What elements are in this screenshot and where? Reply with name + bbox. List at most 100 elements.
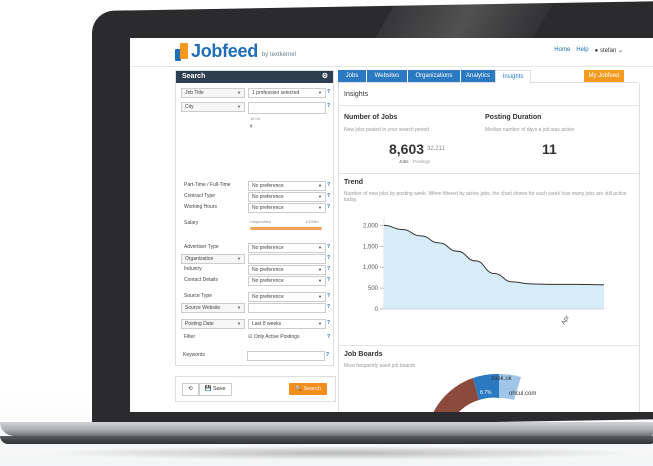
city-input[interactable] bbox=[248, 102, 326, 114]
posting-date-dropdown[interactable]: Posting Date ▼ bbox=[181, 319, 245, 329]
trend-title: Trend bbox=[344, 179, 364, 186]
help-icon[interactable]: ? bbox=[327, 320, 330, 326]
logo-icon bbox=[175, 43, 189, 61]
keywords-input[interactable] bbox=[247, 351, 325, 361]
number-of-jobs-subtitle: New jobs posted in your search period bbox=[344, 127, 430, 133]
source-website-input[interactable] bbox=[248, 303, 326, 313]
help-icon[interactable]: ? bbox=[327, 277, 330, 283]
tab-analytics[interactable]: Analytics bbox=[461, 70, 495, 82]
help-icon[interactable]: ? bbox=[326, 352, 329, 358]
search-panel-title: Search bbox=[182, 73, 206, 80]
trend-area bbox=[384, 225, 604, 309]
logo[interactable]: Jobfeed by textkernel bbox=[175, 41, 296, 61]
field-contract-type: Contract Type No preference ▼ ? bbox=[184, 192, 331, 202]
organization-input[interactable] bbox=[248, 254, 326, 264]
tabs-bar: Jobs Websites Organizations Analytics In… bbox=[338, 70, 638, 84]
postings-count: 32,211 bbox=[427, 146, 445, 152]
field-filter: Filter ☑ Only Active Postings ? bbox=[184, 334, 331, 340]
save-button[interactable]: 💾 Save bbox=[198, 383, 232, 396]
field-industry: Industry No preference ▼ ? bbox=[184, 265, 331, 275]
help-icon[interactable]: ? bbox=[327, 89, 330, 95]
user-menu[interactable]: ● stefan ⌄ bbox=[595, 47, 623, 54]
field-source-website: Source Website ▼ ? bbox=[176, 303, 333, 313]
salary-min-label: Unspecified bbox=[250, 219, 271, 224]
footer-buttons: ⟲ 💾 Save bbox=[182, 383, 232, 396]
organization-dropdown[interactable]: Organization ▼ bbox=[181, 254, 245, 264]
city-dropdown[interactable]: City ▼ bbox=[181, 102, 245, 112]
help-icon[interactable]: ? bbox=[327, 182, 330, 188]
salary-max-label: £100k+ bbox=[306, 219, 320, 224]
radius-slider-icon[interactable]: ▮ bbox=[250, 123, 252, 128]
donut-slice-other bbox=[433, 378, 479, 412]
gear-icon[interactable]: ⚙ bbox=[322, 71, 328, 83]
search-panel: Search ⚙ Job Title ▼ 1 profession selecte… bbox=[175, 70, 334, 366]
field-organization: Organization ▼ ? bbox=[176, 254, 333, 264]
part-time-select[interactable]: No preference ▼ bbox=[248, 181, 326, 191]
y-tick-label: 2,000 bbox=[363, 223, 379, 229]
field-posting-date: Posting Date ▼ Last 8 weeks ▼ ? bbox=[176, 319, 333, 329]
tab-my-jobfeed[interactable]: My Jobfeed bbox=[584, 70, 624, 82]
field-advertiser-type: Advertiser Type No preference ▼ ? bbox=[184, 243, 331, 253]
job-title-select[interactable]: 1 profession selected ▼ bbox=[248, 88, 326, 98]
donut-label-zoek: zoek.uk bbox=[491, 376, 513, 382]
active-postings-checkbox[interactable]: ☑ Only Active Postings bbox=[248, 334, 299, 340]
field-keywords: Keywords ? bbox=[175, 351, 332, 361]
number-of-jobs-title: Number of Jobs bbox=[344, 114, 398, 121]
posting-duration-value: 11 bbox=[542, 141, 557, 157]
top-bar: Jobfeed by textkernel Home Help ● stefan… bbox=[130, 38, 653, 67]
posting-duration-subtitle: Median number of days a job was active bbox=[485, 127, 575, 133]
salary-slider[interactable] bbox=[250, 227, 322, 230]
reset-button[interactable]: ⟲ bbox=[182, 383, 199, 396]
divider bbox=[339, 105, 639, 106]
job-boards-title: Job Boards bbox=[344, 351, 383, 358]
user-name: stefan bbox=[599, 48, 617, 54]
search-button[interactable]: 🔍 Search bbox=[289, 383, 327, 395]
field-part-time: Part-Time / Full-Time No preference ▼ ? bbox=[184, 181, 331, 191]
radius-label: 15 mi bbox=[250, 116, 260, 121]
working-hours-select[interactable]: No preference ▼ bbox=[248, 203, 326, 213]
results-panel: Jobs Websites Organizations Analytics In… bbox=[338, 70, 640, 412]
y-tick-label: 0 bbox=[375, 307, 379, 313]
help-icon[interactable]: ? bbox=[327, 103, 330, 109]
logo-text: Jobfeed bbox=[191, 41, 258, 61]
laptop-shadow bbox=[40, 446, 640, 460]
panel-title: Insights bbox=[344, 91, 369, 98]
help-icon[interactable]: ? bbox=[327, 204, 330, 210]
app-screen: Jobfeed by textkernel Home Help ● stefan… bbox=[130, 38, 653, 412]
industry-select[interactable]: No preference ▼ bbox=[248, 265, 326, 275]
field-city: City ▼ ? bbox=[176, 102, 333, 114]
help-icon[interactable]: ? bbox=[327, 266, 330, 272]
trend-chart: 0 500 1,000 1,500 2,000 Apr bbox=[363, 217, 605, 326]
help-icon[interactable]: ? bbox=[327, 334, 330, 340]
tab-websites[interactable]: Websites bbox=[367, 70, 407, 82]
undo-icon: ⟲ bbox=[188, 386, 193, 392]
salary-slider-row bbox=[176, 227, 333, 236]
source-website-dropdown[interactable]: Source Website ▼ bbox=[181, 303, 245, 313]
tab-jobs[interactable]: Jobs bbox=[338, 70, 366, 82]
tab-organizations[interactable]: Organizations bbox=[408, 70, 460, 82]
donut-label-ohcul: ohcul.com bbox=[509, 391, 536, 397]
job-title-dropdown[interactable]: Job Title ▼ bbox=[181, 88, 245, 98]
help-icon[interactable]: ? bbox=[327, 193, 330, 199]
search-icon: 🔍 bbox=[295, 386, 302, 392]
advertiser-type-select[interactable]: No preference ▼ bbox=[248, 243, 326, 253]
help-icon[interactable]: ? bbox=[327, 255, 330, 261]
help-icon[interactable]: ? bbox=[327, 293, 330, 299]
y-tick-label: 1,000 bbox=[363, 265, 379, 271]
search-panel-header: Search ⚙ bbox=[176, 71, 333, 83]
field-source-type: Source Type No preference ▼ ? bbox=[184, 292, 331, 302]
contract-type-select[interactable]: No preference ▼ bbox=[248, 192, 326, 202]
save-icon: 💾 bbox=[204, 386, 212, 392]
help-icon[interactable]: ? bbox=[327, 304, 330, 310]
insights-panel: Insights Number of Jobs New jobs posted … bbox=[338, 83, 640, 412]
source-type-select[interactable]: No preference ▼ bbox=[248, 292, 326, 302]
logo-subtitle: by textkernel bbox=[261, 52, 296, 58]
laptop-base bbox=[0, 422, 653, 436]
contact-details-select[interactable]: No preference ▼ bbox=[248, 276, 326, 286]
search-footer: ⟲ 💾 Save 🔍 Search bbox=[175, 376, 336, 402]
nav-help[interactable]: Help bbox=[576, 47, 588, 54]
tab-insights[interactable]: Insights bbox=[495, 70, 531, 84]
posting-date-select[interactable]: Last 8 weeks ▼ bbox=[248, 319, 326, 329]
nav-home[interactable]: Home bbox=[554, 47, 570, 54]
help-icon[interactable]: ? bbox=[327, 244, 330, 250]
